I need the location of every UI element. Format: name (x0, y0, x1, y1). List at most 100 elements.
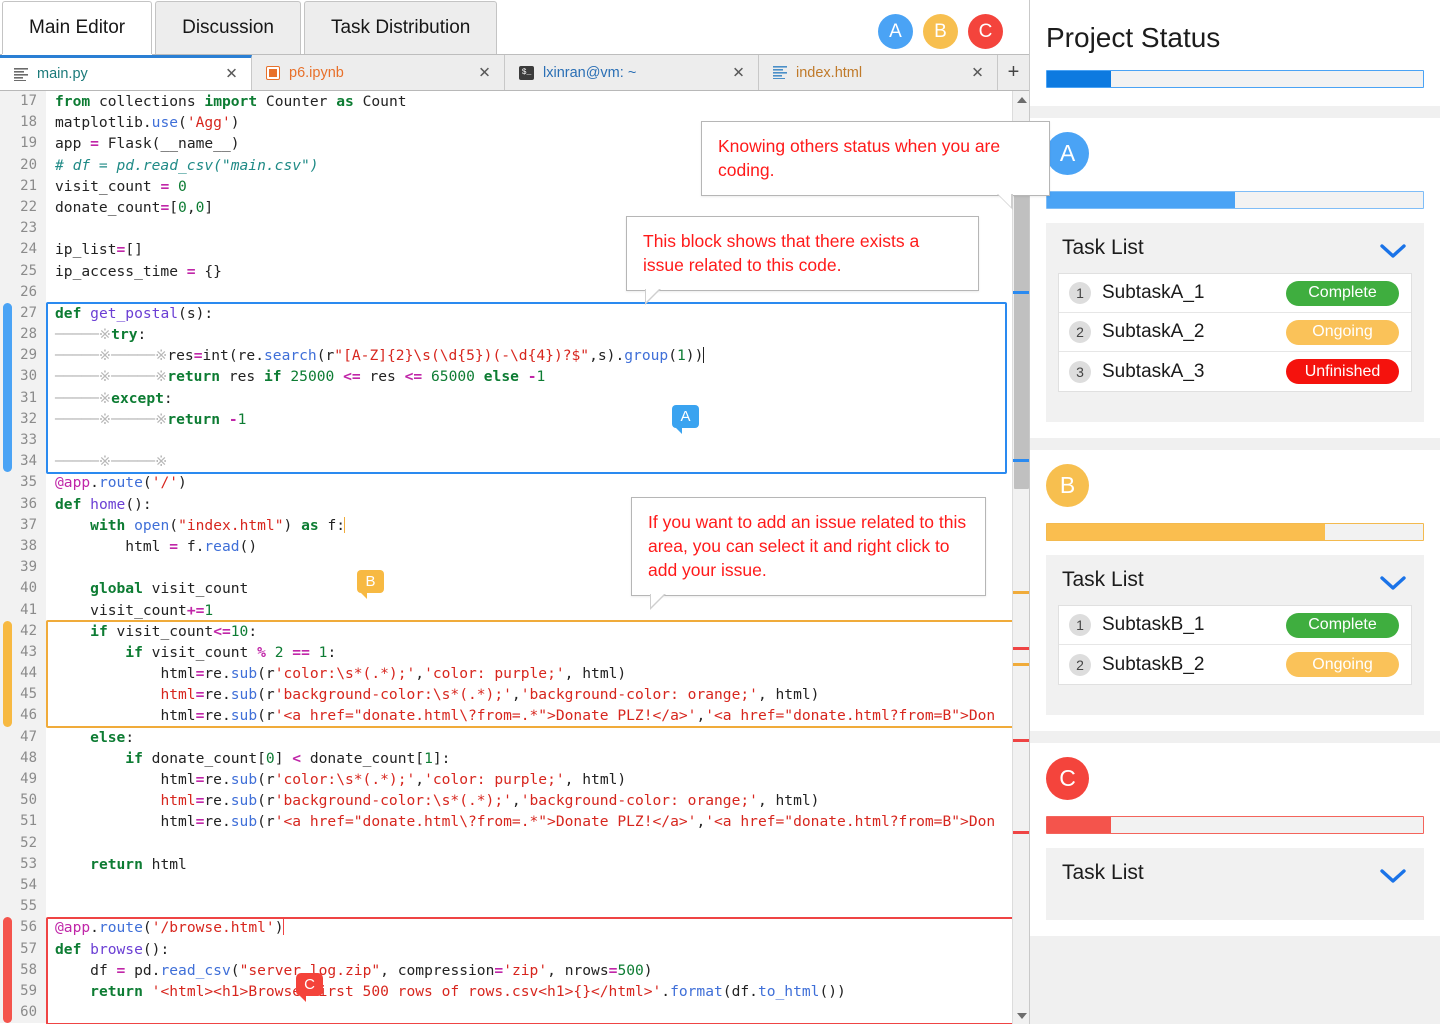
code-text[interactable]: df = pd.read_csv("server_log.zip", compr… (46, 960, 1029, 981)
code-text[interactable]: ─────※─────※ (46, 451, 1029, 472)
code-line[interactable]: 41 visit_count+=1 (0, 599, 1029, 621)
code-line[interactable]: 22 donate_count=[0,0] (0, 196, 1029, 219)
code-line[interactable]: 27 def get_postal(s): (0, 302, 1029, 325)
code-line[interactable]: 33 (0, 430, 1029, 452)
code-line[interactable]: 35 @app.route('/') (0, 472, 1029, 494)
code-line[interactable]: 45 html=re.sub(r'background-color:\s*(.*… (0, 684, 1029, 706)
code-text[interactable]: if donate_count[0] < donate_count[1]: (46, 748, 1029, 769)
code-line[interactable]: 59 return '<html><h1>Browse first 500 ro… (0, 980, 1029, 1003)
code-line[interactable]: 60 (0, 1002, 1029, 1024)
task-list-row[interactable]: 1 SubtaskA_1 Complete (1059, 274, 1411, 313)
code-text[interactable] (46, 430, 1029, 451)
code-text[interactable]: ─────※─────※return -1 (46, 409, 1029, 430)
code-text[interactable]: html=re.sub(r'<a href="donate.html\?from… (46, 705, 1029, 726)
code-text[interactable]: html=re.sub(r'<a href="donate.html\?from… (46, 811, 1029, 832)
code-text[interactable]: return '<html><h1>Browse first 500 rows … (46, 981, 1029, 1002)
scroll-down-icon[interactable] (1013, 1007, 1029, 1024)
code-line[interactable]: 28 ─────※try: (0, 324, 1029, 346)
tab-task-distribution[interactable]: Task Distribution (303, 1, 498, 54)
code-line[interactable]: 43 if visit_count % 2 == 1: (0, 641, 1029, 664)
close-icon[interactable]: ✕ (970, 65, 985, 80)
close-icon[interactable]: ✕ (731, 65, 746, 80)
code-text[interactable]: ─────※─────※return res if 25000 <= res <… (46, 366, 1029, 387)
code-line[interactable]: 49 html=re.sub(r'color:\s*(.*);','color:… (0, 769, 1029, 791)
task-list-row[interactable]: 1 SubtaskB_1 Complete (1059, 606, 1411, 645)
code-text[interactable]: html=re.sub(r'color:\s*(.*);','color: pu… (46, 769, 1029, 790)
code-text[interactable] (46, 896, 1029, 917)
code-line[interactable]: 58 df = pd.read_csv("server_log.zip", co… (0, 959, 1029, 981)
code-text[interactable]: return html (46, 854, 1029, 875)
code-line[interactable]: 50 html=re.sub(r'background-color:\s*(.*… (0, 790, 1029, 812)
editor-scrollbar[interactable] (1012, 91, 1029, 1024)
code-text[interactable]: html=re.sub(r'background-color:\s*(.*);'… (46, 790, 1029, 811)
avatar-c[interactable]: C (968, 14, 1003, 49)
code-line[interactable]: 34 ─────※─────※ (0, 451, 1029, 473)
issue-pin-b[interactable]: B (357, 570, 384, 599)
code-text[interactable]: html=re.sub(r'color:\s*(.*);','color: pu… (46, 663, 1029, 684)
tab-discussion[interactable]: Discussion (155, 1, 301, 54)
code-text[interactable]: html=re.sub(r'background-color:\s*(.*);'… (46, 684, 1029, 705)
chevron-down-icon[interactable] (1380, 573, 1406, 590)
tab-main-editor-label: Main Editor (29, 17, 126, 38)
code-text[interactable]: def get_postal(s): (46, 303, 1029, 324)
code-line[interactable]: 46 html=re.sub(r'<a href="donate.html\?f… (0, 705, 1029, 727)
close-icon[interactable]: ✕ (477, 65, 492, 80)
code-line[interactable]: 44 html=re.sub(r'color:\s*(.*);','color:… (0, 663, 1029, 685)
task-list-b-header[interactable]: Task List (1046, 555, 1424, 605)
code-text[interactable]: donate_count=[0,0] (46, 197, 1029, 218)
code-text[interactable] (46, 833, 1029, 854)
task-list-row[interactable]: 2 SubtaskB_2 Ongoing (1059, 645, 1411, 684)
code-line[interactable]: 57 def browse(): (0, 938, 1029, 960)
new-tab-button[interactable]: + (998, 55, 1029, 90)
issue-pin-a[interactable]: A (672, 405, 699, 434)
task-list-a: Task List 1 SubtaskA_1 Complete 2 SubtaskA_2… (1046, 223, 1424, 422)
code-text[interactable]: from collections import Counter as Count (46, 91, 1029, 112)
code-line[interactable]: 56 @app.route('/browse.html') (0, 917, 1029, 939)
code-text[interactable]: @app.route('/') (46, 472, 1029, 493)
scroll-up-icon[interactable] (1013, 91, 1029, 108)
file-tab-p6-ipynb[interactable]: p6.ipynb ✕ (252, 55, 505, 90)
file-tab-main-py[interactable]: main.py ✕ (0, 55, 252, 90)
code-line[interactable]: 48 if donate_count[0] < donate_count[1]: (0, 747, 1029, 769)
code-text[interactable]: ─────※except: (46, 388, 1029, 409)
code-text[interactable] (46, 1002, 1029, 1023)
code-text[interactable]: if visit_count % 2 == 1: (46, 642, 1029, 663)
code-line[interactable]: 32 ─────※─────※return -1 (0, 408, 1029, 430)
avatar-b[interactable]: B (923, 14, 958, 49)
code-line[interactable]: 52 (0, 832, 1029, 854)
code-line[interactable]: 51 html=re.sub(r'<a href="donate.html\?f… (0, 811, 1029, 833)
code-text[interactable]: else: (46, 727, 1029, 748)
code-text[interactable] (46, 875, 1029, 896)
avatar-a[interactable]: A (878, 14, 913, 49)
chevron-down-icon[interactable] (1380, 866, 1406, 883)
tab-main-editor[interactable]: Main Editor (2, 1, 153, 54)
code-text[interactable]: ─────※try: (46, 324, 1029, 345)
code-line[interactable]: 47 else: (0, 726, 1029, 748)
file-tab-index-html[interactable]: index.html ✕ (759, 55, 998, 90)
code-line[interactable]: 55 (0, 896, 1029, 918)
task-list-a-header[interactable]: Task List (1046, 223, 1424, 273)
issue-pin-c[interactable]: C (296, 973, 323, 1002)
member-bubble-a[interactable]: A (1046, 132, 1089, 175)
member-bubble-b[interactable]: B (1046, 464, 1089, 507)
code-text[interactable]: @app.route('/browse.html') (46, 917, 1029, 938)
code-line[interactable]: 53 return html (0, 853, 1029, 875)
code-text[interactable]: visit_count+=1 (46, 600, 1029, 621)
file-tab-terminal[interactable]: $_ lxinran@vm: ~ ✕ (505, 55, 759, 90)
code-text[interactable]: def browse(): (46, 939, 1029, 960)
code-line[interactable]: 42 if visit_count<=10: (0, 620, 1029, 642)
chevron-down-icon[interactable] (1380, 241, 1406, 258)
code-text[interactable]: if visit_count<=10: (46, 621, 1029, 642)
code-line[interactable]: 54 (0, 874, 1029, 897)
code-line[interactable]: 29 ─────※─────※res=int(re.search(r"[A-Z]{… (0, 345, 1029, 367)
task-list-row[interactable]: 2 SubtaskA_2 Ongoing (1059, 313, 1411, 352)
member-bubble-c[interactable]: C (1046, 757, 1089, 800)
task-list-row[interactable]: 3 SubtaskA_3 Unfinished (1059, 352, 1411, 391)
task-list-c-header[interactable]: Task List (1046, 848, 1424, 898)
line-number: 49 (0, 769, 46, 791)
code-text[interactable]: ─────※─────※res=int(re.search(r"[A-Z]{2}… (46, 345, 1029, 366)
code-line[interactable]: 31 ─────※except: (0, 387, 1029, 409)
close-icon[interactable]: ✕ (224, 67, 239, 82)
code-line[interactable]: 30 ─────※─────※return res if 25000 <= res… (0, 366, 1029, 388)
code-line[interactable]: 17 from collections import Counter as Cou… (0, 91, 1029, 113)
